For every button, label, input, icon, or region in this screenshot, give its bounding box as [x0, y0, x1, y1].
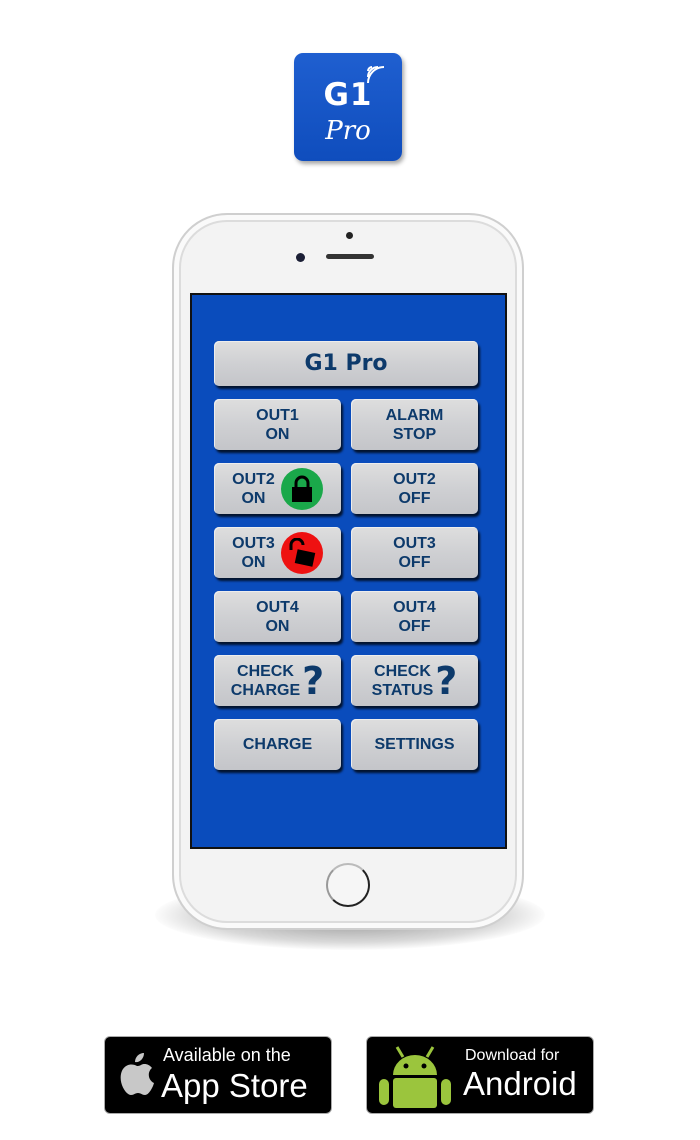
label-line2: OFF: [398, 553, 431, 571]
label-line1: OUT3: [393, 534, 436, 552]
check-status-button[interactable]: CHECK STATUS ?: [351, 655, 478, 706]
label-line1: CHARGE: [242, 736, 313, 753]
out3-off-button[interactable]: OUT3 OFF: [351, 527, 478, 578]
label-line2: ON: [265, 425, 290, 443]
label-line1: OUT2: [393, 470, 436, 488]
question-mark-icon: ?: [435, 658, 458, 703]
label-line1: CHECK: [374, 662, 431, 680]
home-button[interactable]: [326, 863, 370, 907]
label-line2: STOP: [392, 425, 437, 443]
out2-on-button[interactable]: OUT2 ON: [214, 463, 341, 514]
g1-pro-title-button[interactable]: G1 Pro: [214, 341, 478, 386]
out3-on-button[interactable]: OUT3 ON: [214, 527, 341, 578]
out4-on-button[interactable]: OUT4 ON: [214, 591, 341, 642]
android-big-text: Android: [463, 1065, 577, 1102]
apple-logo-icon: [120, 1053, 154, 1095]
check-charge-button[interactable]: CHECK CHARGE ?: [214, 655, 341, 706]
label-line1: SETTINGS: [374, 736, 455, 753]
app-icon-subtitle: Pro: [325, 116, 371, 146]
title-label: G1 Pro: [304, 351, 388, 376]
proximity-sensor: [346, 232, 353, 239]
lock-closed-icon: [280, 467, 323, 510]
label-line1: OUT2: [232, 470, 275, 488]
charge-button[interactable]: CHARGE: [214, 719, 341, 770]
label-line2: OFF: [398, 617, 431, 635]
label-line1: OUT4: [393, 598, 436, 616]
label-line2: CHARGE: [230, 681, 301, 699]
out1-on-button[interactable]: OUT1 ON: [214, 399, 341, 450]
app-icon: G1 Pro: [294, 53, 402, 161]
label-line1: OUT4: [256, 598, 299, 616]
out4-off-button[interactable]: OUT4 OFF: [351, 591, 478, 642]
phone-screen: G1 Pro OUT1 ON ALARM STOP OUT2 ON OUT2 OFF O…: [190, 293, 507, 849]
front-camera: [296, 253, 305, 262]
app-icon-title: G1: [323, 77, 373, 113]
label-line2: STATUS: [371, 681, 434, 699]
out2-off-button[interactable]: OUT2 OFF: [351, 463, 478, 514]
label-line2: OFF: [398, 489, 431, 507]
question-mark-icon: ?: [302, 658, 325, 703]
android-logo-icon: [379, 1046, 451, 1108]
android-small-text: Download for: [465, 1047, 560, 1064]
alarm-stop-button[interactable]: ALARM STOP: [351, 399, 478, 450]
google-play-badge[interactable]: Download for Android: [366, 1036, 594, 1114]
label-line1: OUT1: [256, 406, 299, 424]
label-line2: ON: [241, 489, 266, 507]
label-line1: CHECK: [237, 662, 294, 680]
app-store-big-text: App Store: [161, 1067, 308, 1104]
lock-open-icon: [280, 531, 323, 574]
label-line2: ON: [241, 553, 266, 571]
label-line1: ALARM: [385, 406, 444, 424]
label-line1: OUT3: [232, 534, 275, 552]
label-line2: ON: [265, 617, 290, 635]
app-store-small-text: Available on the: [163, 1045, 291, 1065]
app-store-badge[interactable]: Available on the App Store: [104, 1036, 332, 1114]
earpiece-speaker: [326, 254, 374, 259]
settings-button[interactable]: SETTINGS: [351, 719, 478, 770]
